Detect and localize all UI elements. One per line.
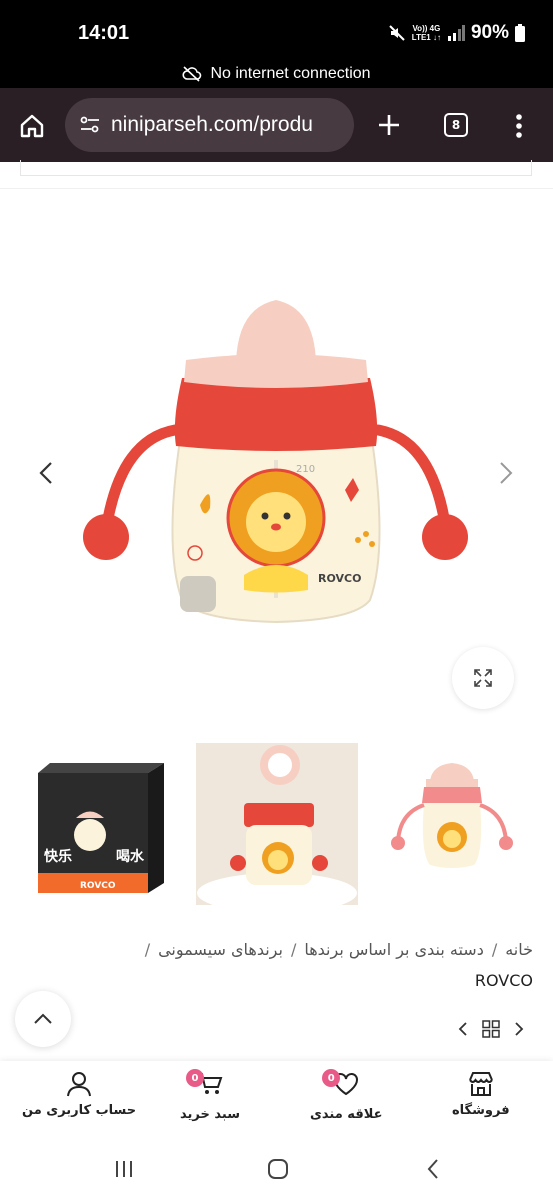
breadcrumb-brand-category[interactable]: دسته بندی بر اساس برندها: [304, 940, 483, 959]
network-type: Vo)) 4G LTE1 ↓↑: [411, 24, 441, 42]
scroll-to-top-button[interactable]: [15, 991, 71, 1047]
breadcrumb-home[interactable]: خانه: [505, 940, 533, 959]
wishlist-icon-wrap: 0: [322, 1069, 360, 1101]
nav-shop-label: فروشگاه: [452, 1103, 510, 1118]
svg-text:喝水: 喝水: [116, 848, 145, 865]
nav-wishlist[interactable]: 0 علاقه مندی: [310, 1069, 383, 1122]
back-icon[interactable]: [426, 1158, 440, 1180]
status-icons: Vo)) 4G LTE1 ↓↑ 90%: [388, 22, 525, 44]
status-time: 14:01: [78, 22, 130, 44]
cup-collar: [174, 378, 378, 451]
cup-brand-label: ROVCO: [318, 572, 361, 585]
breadcrumb-current: ROVCO: [474, 971, 533, 990]
new-tab-icon[interactable]: [376, 112, 402, 138]
mute-icon: [389, 25, 405, 41]
chevron-up-icon: [34, 1013, 52, 1024]
cup-left-handle-ball: [83, 514, 129, 560]
breadcrumb-sisemoni-brands[interactable]: برندهای سیسمونی: [158, 940, 283, 959]
nav-cart[interactable]: 0 سبد خرید: [180, 1069, 240, 1122]
store-icon: [468, 1072, 493, 1096]
site-settings-icon[interactable]: [79, 114, 101, 136]
nav-wishlist-label: علاقه مندی: [310, 1107, 383, 1122]
home-system-icon[interactable]: [267, 1158, 289, 1180]
gallery-prev-button[interactable]: [38, 460, 54, 493]
home-icon[interactable]: [18, 112, 46, 140]
svg-text:快乐: 快乐: [44, 848, 72, 865]
header-box-edge: [20, 160, 532, 176]
nav-account[interactable]: حساب کاربری من: [22, 1071, 136, 1118]
prev-product-icon[interactable]: [458, 1021, 468, 1037]
thumbnail-box[interactable]: 快乐 喝水 ROVCO: [20, 743, 182, 905]
recent-apps-icon[interactable]: [114, 1159, 134, 1179]
cloud-off-icon: [182, 66, 202, 82]
cup-volume-label: 210: [296, 464, 315, 475]
next-product-icon[interactable]: [514, 1021, 524, 1037]
address-bar[interactable]: niniparseh.com/produ: [65, 98, 354, 152]
nav-cart-label: سبد خرید: [180, 1107, 240, 1122]
system-navigation: [0, 1139, 553, 1200]
signal-icon: [447, 25, 465, 41]
battery-level: 90%: [470, 22, 509, 43]
svg-text:ROVCO: ROVCO: [80, 881, 116, 891]
cart-count-badge: 0: [185, 1069, 204, 1087]
connection-banner: No internet connection: [0, 60, 553, 88]
tab-count: 8: [444, 113, 468, 137]
more-menu-icon[interactable]: [512, 112, 526, 140]
connection-message: No internet connection: [210, 65, 371, 82]
product-navigation: [458, 1020, 524, 1038]
grid-icon[interactable]: [482, 1020, 500, 1038]
breadcrumb: خانه/دسته بندی بر اساس برندها/برندهای سی…: [144, 940, 533, 990]
cart-icon-wrap: 0: [185, 1069, 224, 1101]
cup-right-handle-ball: [422, 514, 468, 560]
url-text: niniparseh.com/produ: [111, 113, 313, 136]
browser-toolbar: niniparseh.com/produ 8: [0, 88, 553, 162]
nav-shop[interactable]: فروشگاه: [452, 1071, 510, 1118]
cup-straw-weight: [180, 576, 216, 612]
cup-spout: [236, 300, 316, 362]
nav-account-label: حساب کاربری من: [22, 1103, 137, 1118]
user-icon: [67, 1072, 92, 1097]
chevron-left-icon: [39, 462, 52, 484]
gallery-next-button[interactable]: [498, 460, 514, 493]
battery-icon: [515, 24, 525, 42]
cup-left-handle: [100, 424, 181, 536]
lion-face: [246, 492, 306, 552]
bottom-navigation: فروشگاه 0 علاقه مندی 0 سبد خرید حساب کار…: [0, 1061, 553, 1139]
tab-switcher-button[interactable]: 8: [444, 113, 468, 137]
thumbnail-cup-pink[interactable]: [370, 743, 532, 905]
thumbnail-open-cup[interactable]: [196, 743, 358, 905]
zoom-button[interactable]: [452, 647, 514, 709]
chevron-right-icon: [500, 462, 513, 484]
status-bar: 14:01 Vo)) 4G LTE1 ↓↑ 90%: [0, 0, 553, 60]
expand-icon: [474, 669, 492, 687]
divider: [0, 188, 553, 189]
cup-right-handle: [372, 424, 452, 536]
